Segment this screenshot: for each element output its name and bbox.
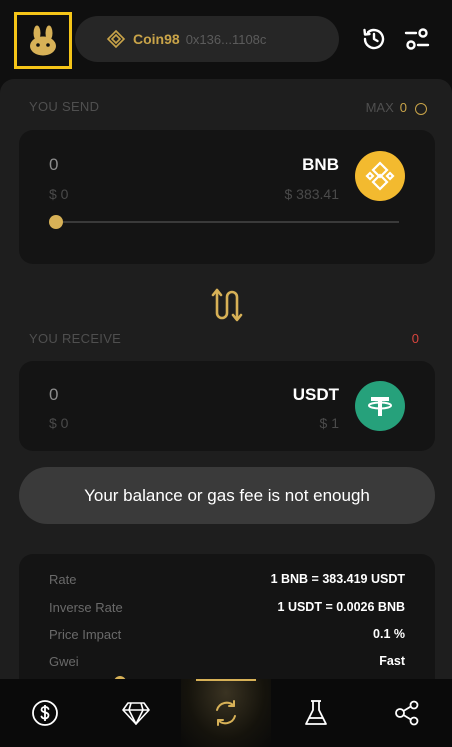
detail-value: Fast: [379, 654, 405, 668]
swap-icon: [216, 700, 237, 726]
detail-key: Gwei: [49, 653, 79, 669]
detail-row-gwei[interactable]: Gwei Fast: [49, 651, 405, 671]
detail-value: 1 USDT = 0.0026 BNB: [277, 600, 405, 614]
receive-card: 0 $ 0 USDT $ 1: [19, 361, 435, 451]
flask-icon: [305, 700, 328, 725]
diamond-icon: [121, 702, 150, 725]
detail-value: 1 BNB = 383.419 USDT: [270, 572, 405, 586]
you-receive-label: YOU RECEIVE: [29, 331, 122, 346]
bottom-nav: [0, 679, 452, 747]
send-token-symbol[interactable]: BNB: [302, 155, 339, 175]
wallet-selector[interactable]: Coin98 0x136...1108c: [75, 16, 339, 62]
bnb-small-icon: [106, 29, 126, 49]
detail-row-rate: Rate 1 BNB = 383.419 USDT: [49, 569, 405, 589]
history-icon[interactable]: [360, 25, 388, 53]
detail-value: 0.1 %: [373, 627, 405, 641]
header: Coin98 0x136...1108c: [0, 0, 452, 78]
usdt-token-icon[interactable]: [355, 381, 405, 431]
settings-sliders-icon[interactable]: [403, 25, 431, 53]
swap-panel: YOU SEND MAX 0 0 $ 0 BNB $ 383.41 YOU RE…: [0, 79, 452, 704]
amount-slider-track[interactable]: [55, 221, 399, 223]
detail-row-inverse-rate: Inverse Rate 1 USDT = 0.0026 BNB: [49, 597, 405, 617]
receive-token-symbol[interactable]: USDT: [293, 385, 339, 405]
loading-ring-icon: [415, 103, 427, 115]
nav-dollar[interactable]: [0, 679, 90, 747]
bunny-icon: [30, 25, 56, 55]
you-send-label: YOU SEND: [29, 99, 100, 114]
detail-key: Price Impact: [49, 626, 122, 642]
nav-diamond[interactable]: [90, 679, 180, 747]
receive-value: 0: [411, 331, 419, 346]
amount-slider-thumb[interactable]: [49, 215, 63, 229]
receive-amount[interactable]: 0: [49, 385, 58, 405]
send-usd-value: $ 0: [49, 186, 69, 202]
send-card: 0 $ 0 BNB $ 383.41: [19, 130, 435, 264]
detail-key: Inverse Rate: [49, 599, 123, 615]
nav-share[interactable]: [362, 679, 452, 747]
share-icon: [394, 700, 419, 726]
receive-token-price: $ 1: [319, 415, 339, 431]
wallet-name: Coin98: [133, 31, 180, 47]
send-token-price: $ 383.41: [284, 186, 340, 202]
pancake-logo-button[interactable]: [14, 12, 72, 69]
bnb-token-icon[interactable]: [355, 151, 405, 201]
insufficient-balance-button[interactable]: Your balance or gas fee is not enough: [19, 467, 435, 524]
wallet-address: 0x136...1108c: [185, 31, 267, 47]
dollar-icon: [32, 700, 59, 726]
detail-key: Rate: [49, 571, 77, 587]
receive-usd-value: $ 0: [49, 415, 69, 431]
max-value: 0: [399, 100, 407, 115]
nav-flask[interactable]: [271, 679, 361, 747]
detail-row-price-impact: Price Impact 0.1 %: [49, 624, 405, 644]
nav-swap[interactable]: [180, 679, 272, 747]
max-label: MAX: [365, 100, 394, 115]
swap-direction-icon[interactable]: [206, 285, 246, 325]
max-control[interactable]: MAX 0: [366, 100, 427, 115]
send-amount-input[interactable]: 0: [49, 155, 58, 175]
